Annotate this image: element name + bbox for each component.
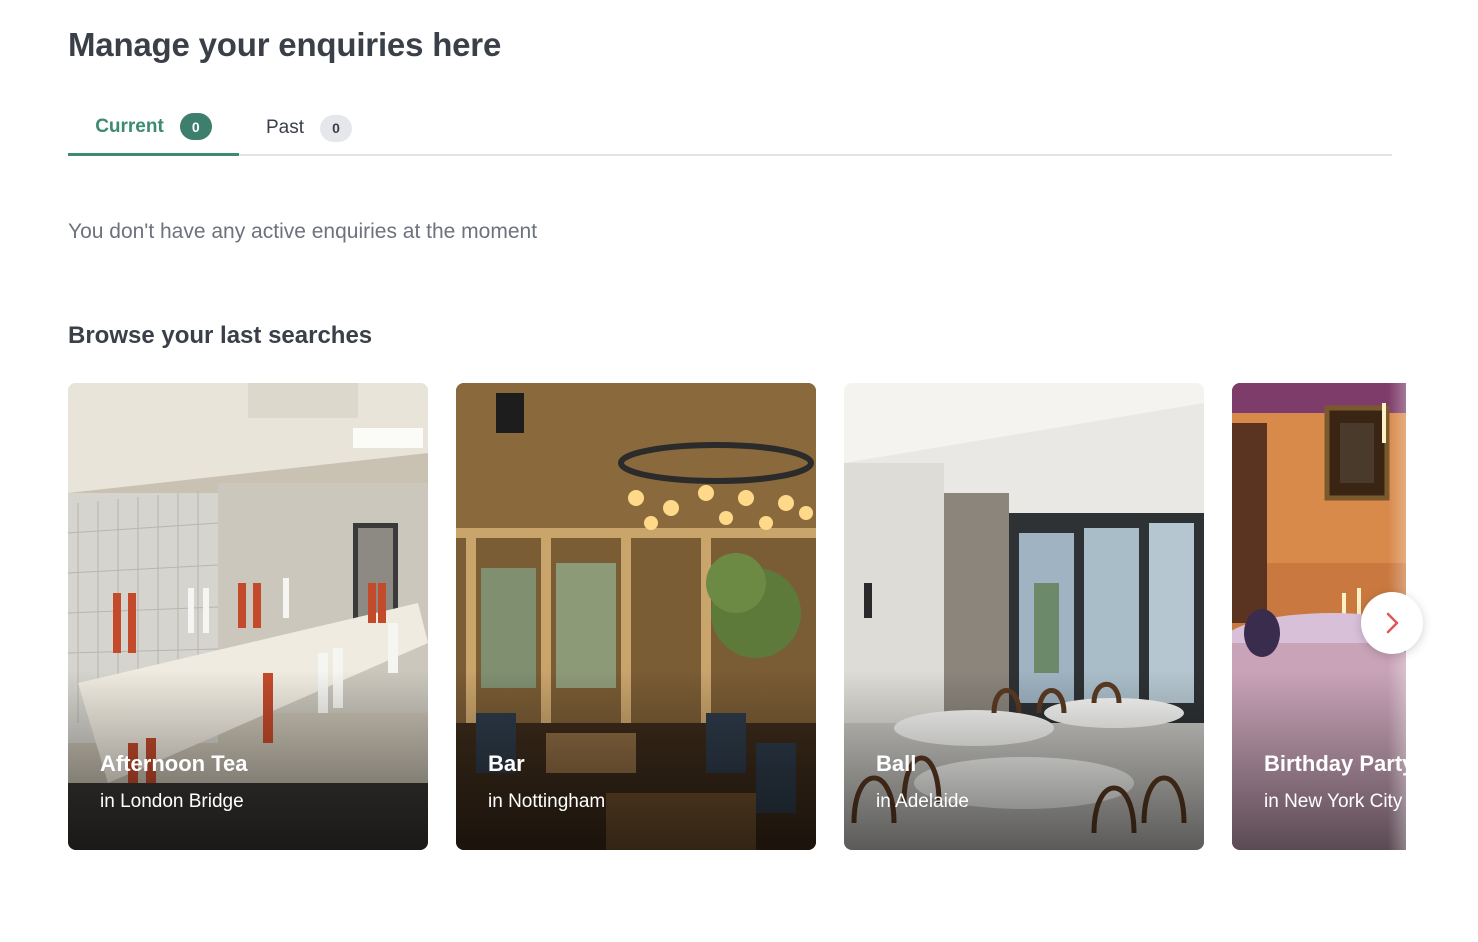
card-title: Ball [876,751,917,776]
card-title: Bar [488,751,525,776]
tab-current-label: Current [95,115,164,137]
tab-past[interactable]: Past 0 [266,100,353,156]
card-location: in New York City [1264,791,1403,812]
tab-current[interactable]: Current 0 [68,100,239,156]
chevron-right-icon [1386,612,1399,634]
recent-searches-title: Browse your last searches [68,322,373,349]
search-card-afternoon-tea[interactable]: Afternoon Tea in London Bridge [68,383,428,850]
carousel-next-button[interactable] [1361,592,1423,654]
card-location: in Adelaide [876,791,969,812]
empty-state-message: You don't have any active enquiries at t… [68,220,538,243]
search-card-ball[interactable]: Ball in Adelaide [844,383,1204,850]
card-location: in Nottingham [488,791,606,812]
recent-searches-carousel: Afternoon Tea in London Bridge Bar in No… [68,383,1406,850]
card-location: in London Bridge [100,791,244,812]
past-count-badge: 0 [320,114,353,142]
card-title: Birthday Party [1264,751,1406,776]
page-title: Manage your enquiries here [68,26,502,63]
enquiry-tabs: Current 0 Past 0 [68,100,1392,156]
tab-past-label: Past [266,117,305,138]
search-card-bar[interactable]: Bar in Nottingham [456,383,816,850]
card-title: Afternoon Tea [100,751,248,776]
current-count-badge: 0 [179,113,212,140]
